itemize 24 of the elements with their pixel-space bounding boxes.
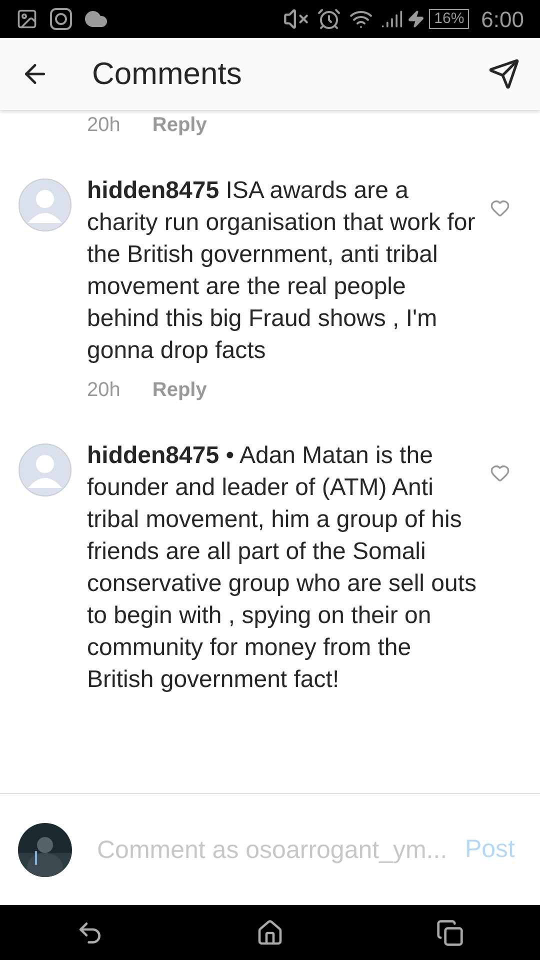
comment-input[interactable]: Comment as osoarrogant_ym... xyxy=(97,834,465,866)
avatar-icon xyxy=(18,178,72,232)
signal-icon xyxy=(381,8,404,30)
comment-time: 20h xyxy=(87,378,120,403)
header-title: Comments xyxy=(92,54,243,93)
reply-link[interactable]: Reply xyxy=(152,375,207,405)
comment-text: hidden8475 • Adan Matan is the founder and leader of (ATM) Anti tribal movement, him a group of his friends are all part of the Somali conservative group who are sell outs to begin with , spying on their on community for money from the British government fact! xyxy=(87,441,478,695)
mute-icon xyxy=(283,6,310,32)
like-button[interactable] xyxy=(490,463,510,483)
alarm-icon xyxy=(317,7,342,31)
send-button[interactable] xyxy=(488,58,520,90)
home-button[interactable] xyxy=(256,918,284,946)
battery-indicator: 16% xyxy=(429,9,470,29)
image-icon xyxy=(16,8,38,30)
recents-button[interactable] xyxy=(436,918,464,946)
post-button[interactable]: Post xyxy=(464,830,515,868)
clock: 6:00 xyxy=(481,6,524,34)
like-button[interactable] xyxy=(490,198,510,218)
comment-text: hidden8475 ISA awards are a charity run organisation that work for the British government, anti tribal movement are the real people behind this big Fraud shows , I'm gonna drop facts xyxy=(87,176,476,366)
camera-icon xyxy=(50,8,72,30)
reply-link[interactable]: Reply xyxy=(152,110,207,140)
comment-time: 20h xyxy=(87,113,120,138)
avatar-icon xyxy=(18,443,72,497)
charging-icon xyxy=(407,10,426,28)
